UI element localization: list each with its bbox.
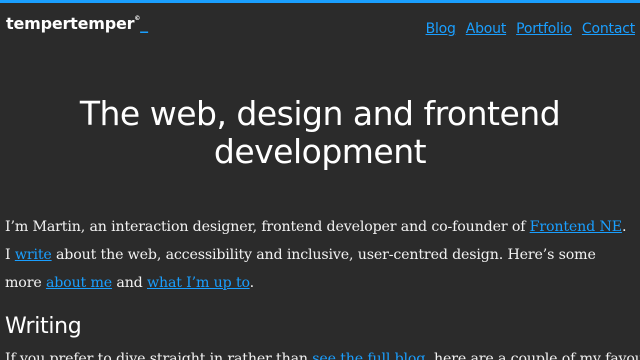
logo-cursor-icon: _ — [140, 14, 148, 33]
frontend-ne-link[interactable]: Frontend NE — [530, 219, 622, 235]
nav-link-about[interactable]: About — [466, 21, 507, 37]
write-link[interactable]: write — [15, 247, 52, 263]
intro-paragraph: I’m Martin, an interaction designer, fro… — [5, 213, 635, 297]
nav-link-contact[interactable]: Contact — [582, 21, 635, 37]
writing-paragraph: If you prefer to dive straight in rather… — [5, 345, 640, 360]
see-full-blog-link[interactable]: see the full blog — [312, 351, 425, 360]
intro-text: . — [249, 275, 255, 291]
site-logo[interactable]: tempertemper©_ — [6, 14, 148, 33]
intro-text: I’m Martin, an interaction designer, fro… — [5, 219, 530, 235]
about-me-link[interactable]: about me — [46, 275, 112, 291]
hero-title: The web, design and frontend development — [79, 94, 561, 171]
writing-text: If you prefer to dive straight in rather… — [5, 351, 313, 360]
nav-link-blog[interactable]: Blog — [426, 21, 456, 37]
logo-text: tempertemper — [6, 14, 135, 33]
writing-heading: Writing — [5, 314, 82, 339]
writing-text: , here are a couple of my favourite — [425, 351, 640, 360]
what-im-up-to-link[interactable]: what I’m up to — [147, 275, 250, 291]
nav-link-portfolio[interactable]: Portfolio — [516, 21, 572, 37]
top-accent-bar — [0, 0, 640, 3]
logo-copyright-mark: © — [134, 15, 141, 22]
main-nav: Blog About Portfolio Contact — [426, 21, 636, 37]
intro-text: and — [112, 275, 147, 291]
